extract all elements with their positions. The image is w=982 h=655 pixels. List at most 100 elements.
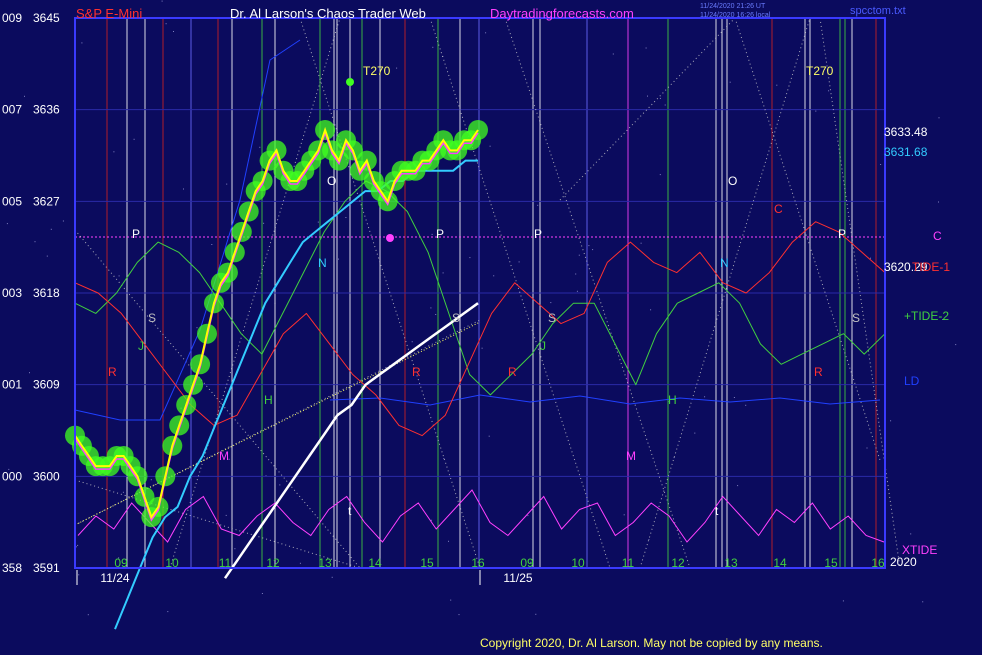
marker-label: R [814,365,823,379]
star [448,540,449,542]
star [450,599,452,601]
marker-label: N [720,256,729,270]
star [640,242,642,244]
star [165,23,167,25]
price-marker [346,78,354,86]
chart-svg: 009 3645 007 3636 005 3627 003 3618 001 3609 000 36… [0,0,982,650]
star [890,420,892,422]
right-label: 3631.68 [884,145,928,159]
star [469,257,471,259]
price-marker [386,234,394,242]
right-label: 2020 [890,555,917,569]
star [729,81,731,83]
star [648,539,650,541]
star [481,347,483,349]
star [234,548,236,550]
star [29,372,30,374]
star [396,67,398,69]
star [592,249,594,251]
chart-panel: 009 3645 007 3636 005 3627 003 3618 001 3609 000 36… [0,0,982,650]
marker-label: P [436,227,444,241]
star [331,576,333,578]
marker-label: S [148,311,156,325]
star [842,600,844,602]
y-tick-label-left: 003 [2,286,22,300]
star [431,233,433,235]
y-tick-label-right: 3627 [33,194,60,208]
file-name: spcctom.txt [850,5,906,17]
y-tick-label-right: 3636 [33,103,60,117]
star [34,241,36,243]
star [173,31,174,32]
marker-label: O [728,174,737,188]
star [259,146,261,148]
site-title: Daytradingforecasts.com [490,6,634,21]
star [866,447,868,449]
star [211,244,213,245]
marker-label: S [548,311,556,325]
marker-label: O [327,174,336,188]
right-label: +TIDE-2 [904,309,949,323]
star [485,32,487,34]
marker-label: P [534,227,542,241]
star [81,42,83,44]
star [535,613,537,615]
star [488,435,490,437]
marker-label: T270 [806,64,834,78]
star [870,257,871,259]
marker-label: T270 [363,64,391,78]
y-tick-label-right: 3609 [33,378,60,392]
star [435,314,437,315]
star [338,258,339,260]
star [113,151,115,153]
star [650,309,652,311]
y-tick-label-left: 358 [2,561,22,575]
marker-label: R [108,365,117,379]
y-tick-label-right: 3600 [33,469,60,483]
star [623,514,625,516]
star [664,104,666,106]
star [87,614,89,616]
marker-label: R [508,365,517,379]
star [659,174,661,176]
marker-label: M [219,449,229,463]
star [6,223,8,225]
star [938,201,939,203]
right-label: 3633.48 [884,125,928,139]
star [317,221,319,223]
marker-label: J [540,339,546,353]
star [411,341,413,343]
star [345,217,347,218]
timestamp-ut: 11/24/2020 21:26 UT [700,3,766,10]
y-tick-label-left: 009 [2,11,22,25]
right-label: TIDE-1 [912,260,950,274]
marker-label: M [626,449,636,463]
star [527,515,529,517]
star [612,53,614,55]
right-label: C [933,229,942,243]
y-tick-label-right: 3645 [33,11,60,25]
star [263,222,265,224]
star [733,397,735,398]
star [673,457,675,459]
y-tick-label-left: 005 [2,194,22,208]
marker-label: N [318,256,327,270]
star [588,245,590,247]
star [922,601,924,603]
star [261,593,263,594]
star [537,204,539,206]
author-title: Dr. Al Larson's Chaos Trader Web [230,6,426,21]
y-tick-label-left: 001 [2,378,22,392]
star [279,484,281,486]
star [880,164,882,165]
marker-label: H [264,393,273,407]
star [167,611,169,613]
star [776,84,778,86]
star [645,47,647,49]
star [704,396,706,398]
star [133,138,135,140]
star [443,458,445,460]
star [161,0,163,2]
star [458,614,460,616]
y-tick-label-left: 000 [2,469,22,483]
